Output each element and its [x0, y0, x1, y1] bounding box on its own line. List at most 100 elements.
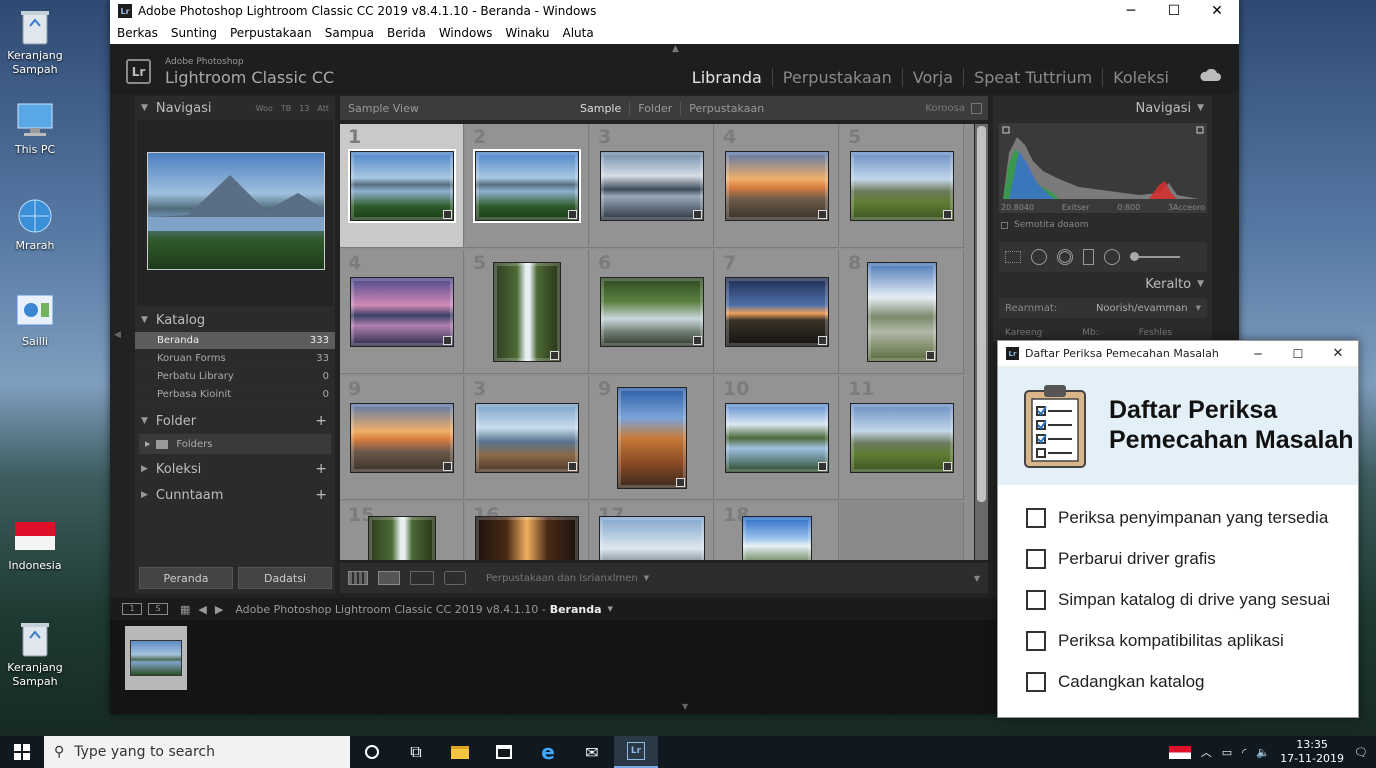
clock[interactable]: 13:35 17-11-2019 [1280, 738, 1344, 766]
photo-thumbnail[interactable] [867, 262, 937, 362]
export-button[interactable]: Dadatsi [238, 567, 332, 589]
radial-filter-icon[interactable] [1104, 249, 1120, 265]
menu-berida[interactable]: Berida [387, 26, 426, 40]
photo-thumbnail[interactable] [725, 151, 829, 221]
grid-cell[interactable]: 3 [465, 376, 589, 500]
photo-thumbnail[interactable] [348, 149, 456, 223]
edit-badge-icon[interactable] [943, 462, 952, 471]
zoom-fit[interactable]: Woo [256, 104, 273, 113]
grid-cell[interactable]: 10 [715, 376, 839, 500]
checkbox[interactable] [1026, 507, 1046, 528]
source-dropdown-icon[interactable]: ▼ [608, 605, 613, 613]
photo-thumbnail[interactable] [600, 151, 704, 221]
edit-badge-icon[interactable] [443, 210, 452, 219]
grid-cell[interactable]: 4 [340, 250, 464, 374]
language-flag-icon[interactable] [1168, 745, 1191, 759]
menu-windows[interactable]: Windows [439, 26, 493, 40]
lightroom-taskbar-button[interactable]: Lr [614, 736, 658, 768]
menu-aluta[interactable]: Aluta [563, 26, 594, 40]
grid-icon[interactable]: ▦ [180, 603, 190, 616]
edit-badge-icon[interactable] [443, 462, 452, 471]
left-panel-toggle-icon[interactable]: ◀ [114, 330, 121, 340]
photo-thumbnail[interactable] [600, 277, 704, 347]
saved-preset-row[interactable]: Rearnmat: Noorish/evamman ▼ [999, 298, 1207, 318]
menu-sunting[interactable]: Sunting [171, 26, 217, 40]
tray-chevron-icon[interactable]: ︿ [1201, 744, 1212, 760]
module-vorja[interactable]: Vorja [901, 68, 963, 87]
dialog-titlebar[interactable]: Lr Daftar Periksa Pemecahan Masalah ─ ☐ … [998, 341, 1358, 367]
photo-thumbnail[interactable] [350, 277, 454, 347]
photo-thumbnail[interactable] [850, 403, 954, 473]
checklist-item[interactable]: Perbarui driver grafis [998, 538, 1358, 579]
grid-cell[interactable]: 7 [715, 250, 839, 374]
filmstrip-source[interactable]: Beranda [550, 603, 602, 616]
photo-thumbnail[interactable] [725, 403, 829, 473]
grid-cell[interactable]: 8 [840, 250, 964, 374]
edit-badge-icon[interactable] [693, 210, 702, 219]
cortana-icon[interactable] [350, 736, 394, 768]
store-icon[interactable] [482, 736, 526, 768]
grid-cell[interactable]: 1 [340, 124, 464, 248]
edit-badge-icon[interactable] [443, 336, 452, 345]
sort-dropdown-icon[interactable]: ▼ [644, 574, 649, 582]
edit-badge-icon[interactable] [926, 351, 935, 360]
checklist-item[interactable]: Cadangkan katalog [998, 661, 1358, 702]
menu-berkas[interactable]: Berkas [117, 26, 158, 40]
toolbar-menu-icon[interactable]: ▼ [974, 574, 980, 583]
secondary-window-button[interactable]: S [148, 603, 168, 615]
photo-thumbnail[interactable] [617, 387, 687, 489]
sort-label[interactable]: Perpustakaan dan Isrianxlmen [486, 573, 638, 584]
menu-perpustakaan[interactable]: Perpustakaan [230, 26, 312, 40]
module-speat-tutrium[interactable]: Speat Tuttrium [963, 68, 1102, 87]
title-bar[interactable]: Lr Adobe Photoshop Lightroom Classic CC … [110, 0, 1239, 22]
collapse-top-icon[interactable]: ▲ [672, 44, 679, 54]
taskbar-search-box[interactable]: ⚲ Type yang to search [44, 736, 350, 768]
checkbox[interactable] [1026, 630, 1046, 651]
close-button[interactable]: ✕ [1195, 0, 1239, 22]
histogram-header[interactable]: Navigasi ▼ [993, 96, 1212, 120]
grid-scrollbar-thumb[interactable] [977, 126, 986, 502]
grid-cell[interactable]: 6 [590, 250, 714, 374]
filmstrip-thumb[interactable] [125, 626, 187, 690]
start-button[interactable] [0, 736, 44, 768]
navigator-preview-image[interactable] [147, 152, 325, 270]
grid-cell[interactable]: 5 [465, 250, 589, 374]
edit-badge-icon[interactable] [676, 478, 685, 487]
filter-tab-folder[interactable]: Folder [629, 101, 680, 115]
edit-badge-icon[interactable] [568, 462, 577, 471]
photo-thumbnail[interactable] [725, 277, 829, 347]
module-libranda[interactable]: Libranda [682, 68, 772, 87]
filter-preset[interactable]: Koroosa [925, 103, 965, 114]
edit-badge-icon[interactable] [550, 351, 559, 360]
crop-grid-icon[interactable] [1005, 251, 1021, 263]
collections-header[interactable]: ▶ Koleksi + [135, 457, 335, 481]
folder-header[interactable]: ▼ Folder + [135, 409, 335, 433]
photo-thumbnail[interactable] [475, 516, 579, 560]
file-explorer-icon[interactable] [438, 736, 482, 768]
edit-badge-icon[interactable] [693, 336, 702, 345]
edit-badge-icon[interactable] [943, 210, 952, 219]
add-folder-icon[interactable]: + [315, 413, 335, 429]
grid-cell[interactable]: 16 [465, 502, 589, 560]
cloud-icon[interactable] [1199, 68, 1221, 85]
grid-cell[interactable]: 4 [715, 124, 839, 248]
folder-item[interactable]: ▶ Folders [139, 434, 331, 454]
desktop-icon-network[interactable]: Mrarah [4, 196, 66, 253]
dialog-minimize-button[interactable]: ─ [1238, 347, 1278, 361]
grid-cell[interactable]: 5 [840, 124, 964, 248]
photo-thumbnail[interactable] [742, 516, 812, 560]
photo-thumbnail[interactable] [368, 516, 436, 560]
grid-scrollbar[interactable] [975, 124, 988, 560]
photo-thumbnail[interactable] [599, 516, 705, 560]
loupe-view-icon[interactable] [378, 571, 400, 585]
publish-header[interactable]: ▶ Cunntaam + [135, 483, 335, 507]
add-publish-icon[interactable]: + [315, 487, 335, 503]
catalog-item-beranda[interactable]: Beranda 333 [135, 332, 335, 350]
catalog-header[interactable]: ▼ Katalog [135, 308, 335, 332]
photo-thumbnail[interactable] [493, 262, 561, 362]
task-view-icon[interactable]: ⧉ [394, 736, 438, 768]
primary-window-button[interactable]: 1 [122, 603, 142, 615]
checkbox[interactable] [1026, 671, 1046, 692]
desktop-icon-recycle-bin-2[interactable]: Keranjang Sampah [4, 618, 66, 689]
brush-slider[interactable] [1130, 252, 1180, 261]
